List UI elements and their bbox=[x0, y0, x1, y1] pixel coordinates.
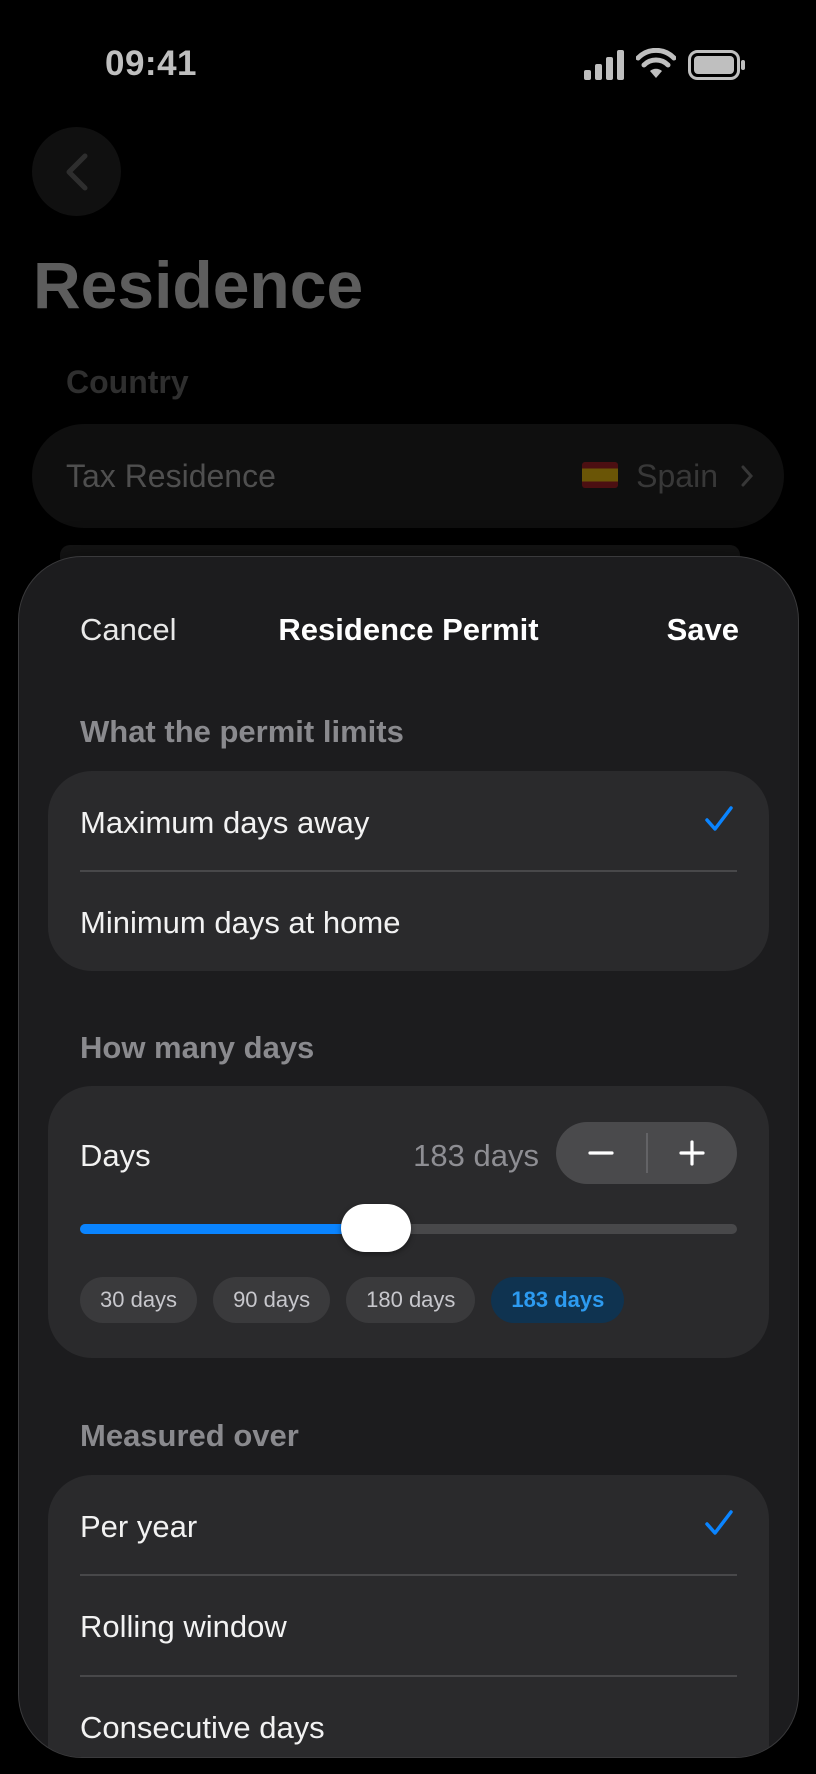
option-label: Rolling window bbox=[80, 1609, 287, 1644]
checkmark-icon bbox=[705, 806, 733, 831]
residence-permit-sheet: Cancel Residence Permit Save What the pe… bbox=[18, 556, 799, 1758]
option-rolling-window[interactable]: Rolling window bbox=[48, 1575, 769, 1675]
section-label-limits: What the permit limits bbox=[80, 714, 404, 749]
slider-fill bbox=[80, 1224, 376, 1234]
option-consecutive-days[interactable]: Consecutive days bbox=[48, 1676, 769, 1757]
preset-chip-183[interactable]: 183 days bbox=[491, 1277, 625, 1323]
days-slider[interactable] bbox=[80, 1204, 737, 1252]
days-stepper bbox=[556, 1122, 737, 1184]
option-label: Per year bbox=[80, 1509, 198, 1544]
plus-icon bbox=[679, 1140, 705, 1166]
days-value: 183 days bbox=[413, 1138, 539, 1173]
option-per-year[interactable]: Per year bbox=[48, 1475, 769, 1575]
option-maximum-days-away[interactable]: Maximum days away bbox=[48, 771, 769, 871]
section-label-days: How many days bbox=[80, 1030, 315, 1065]
slider-thumb[interactable] bbox=[340, 1204, 411, 1252]
days-label: Days bbox=[80, 1138, 151, 1173]
measured-group: Per year Rolling window Consecutive days bbox=[48, 1475, 769, 1757]
option-label: Maximum days away bbox=[80, 805, 370, 840]
option-label: Consecutive days bbox=[80, 1710, 325, 1745]
minus-icon bbox=[588, 1151, 614, 1155]
option-minimum-days-at-home[interactable]: Minimum days at home bbox=[48, 871, 769, 971]
limits-group: Maximum days away Minimum days at home bbox=[48, 771, 769, 971]
preset-chip-180[interactable]: 180 days bbox=[346, 1277, 476, 1323]
increment-button[interactable] bbox=[647, 1122, 737, 1184]
preset-chip-90[interactable]: 90 days bbox=[213, 1277, 331, 1323]
checkmark-icon bbox=[705, 1510, 733, 1535]
decrement-button[interactable] bbox=[556, 1122, 646, 1184]
preset-chips: 30 days 90 days 180 days 183 days bbox=[80, 1277, 625, 1323]
section-label-measured: Measured over bbox=[80, 1418, 299, 1453]
option-label: Minimum days at home bbox=[80, 905, 401, 940]
save-button[interactable]: Save bbox=[667, 612, 739, 648]
preset-chip-30[interactable]: 30 days bbox=[80, 1277, 198, 1323]
days-group: Days 183 days 30 days 90 days 180 days 1… bbox=[48, 1086, 769, 1358]
